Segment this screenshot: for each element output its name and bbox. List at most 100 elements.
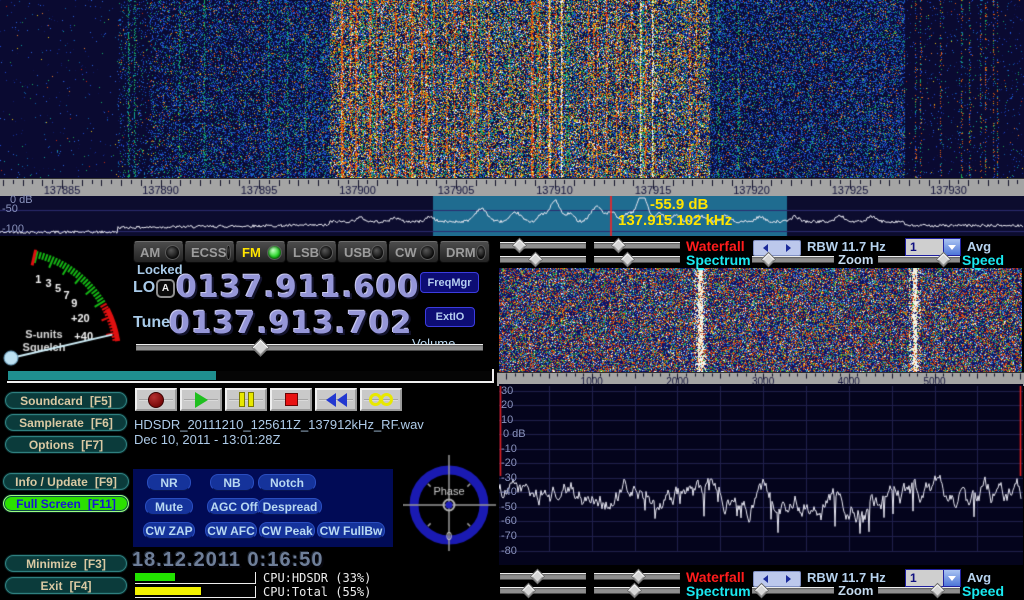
brightness-slider-top[interactable] [500,239,586,251]
dsp-button-cw-afc[interactable]: CW AFC [205,522,257,539]
contrast-slider-top-track [594,242,680,249]
dsp-button-mute[interactable]: Mute [145,498,193,515]
menu-button-exit[interactable]: Exit[F4] [5,577,127,594]
mode-button-am[interactable]: AM [133,241,184,263]
play-button[interactable] [180,388,222,411]
contrast2-slider-top[interactable] [594,253,680,265]
af-db-label-0: 0 dB [503,428,526,440]
af-db-label--30: -30 [501,472,517,484]
lo-auto-button[interactable]: A [156,279,175,298]
mode-button-fm[interactable]: FM [235,241,286,263]
speed-slider-bottom[interactable] [878,584,960,596]
mode-button-lsb[interactable]: LSB [286,241,337,263]
contrast-slider-top-thumb[interactable] [611,238,627,254]
zoom-slider-bottom[interactable] [752,584,834,596]
rf-frequency-ruler[interactable] [0,178,1024,197]
mode-button-usb[interactable]: USB [337,241,388,263]
dsp-button-agc-off[interactable]: AGC Off [207,498,261,515]
brightness-slider-top-thumb[interactable] [512,238,528,254]
speed-label-top: Speed [962,252,1004,268]
dsp-button-cw-zap[interactable]: CW ZAP [143,522,195,539]
loop-button[interactable] [360,388,402,411]
brightness2-slider-top-thumb[interactable] [528,252,544,268]
contrast-slider-top[interactable] [594,239,680,251]
rew-tri [337,393,347,407]
rf-ruler-ticks [0,179,1024,197]
cpu-hdsdr-label: CPU:HDSDR (33%) [263,571,371,585]
af-spectrum-display[interactable] [499,384,1023,565]
menu-button-full-screen[interactable]: Full Screen[F11] [3,495,129,512]
contrast2-slider-bottom[interactable] [594,584,680,596]
rewind-button[interactable] [315,388,357,411]
scroll-left-icon[interactable] [763,244,768,252]
zoom-label-bottom: Zoom [838,583,873,598]
menu-button-label: Info / Update [15,475,88,489]
dsp-button-cw-peak[interactable]: CW Peak [259,522,315,539]
volume-slider[interactable] [136,341,483,353]
zoom-slider-bottom-thumb[interactable] [754,583,770,599]
pause-button[interactable] [225,388,267,411]
dsp-button-cw-fullbw[interactable]: CW FullBw [317,522,385,539]
dsp-button-despread[interactable]: Despread [258,498,322,515]
mode-button-drm[interactable]: DRM [439,241,490,263]
play-icon [195,392,208,408]
menu-button-options[interactable]: Options[F7] [5,436,127,453]
menu-button-minimize[interactable]: Minimize[F3] [5,555,127,572]
contrast-slider-bottom[interactable] [594,570,680,582]
scroll-right-icon[interactable] [786,575,791,583]
spectrum-tab-bottom[interactable]: Spectrum [686,583,751,599]
scroll-left-icon[interactable] [763,575,768,583]
record-button[interactable] [135,388,177,411]
menu-button-key: [F7] [81,438,103,452]
menu-button-samplerate[interactable]: Samplerate[F6] [5,414,127,431]
lo-frequency-display[interactable]: 0137.911.600 [176,270,420,305]
menu-button-info-update[interactable]: Info / Update[F9] [3,473,129,490]
panel-divider [7,381,493,383]
dsp-button-nb[interactable]: NB [210,474,254,491]
mode-led-am [165,245,180,260]
brightness-slider-bottom[interactable] [500,570,586,582]
zoom-slider-top[interactable] [752,253,834,265]
brightness-slider-bottom-thumb[interactable] [530,569,546,585]
mode-button-ecss[interactable]: ECSS [184,241,235,263]
menu-button-label: Minimize [26,557,77,571]
contrast2-slider-bottom-thumb[interactable] [627,583,643,599]
rf-spectrum-display[interactable]: 0 dB -50 -100 -55.9 dB 137.915.102 kHz [0,196,1024,236]
mode-button-label: FM [242,245,261,260]
zoom-slider-top-thumb[interactable] [761,252,777,268]
speed-slider-top-thumb[interactable] [936,252,952,268]
freqmgr-button[interactable]: FreqMgr [420,272,479,293]
scroll-right-icon[interactable] [786,244,791,252]
extio-button[interactable]: ExtIO [425,307,475,327]
stop-button[interactable] [270,388,312,411]
contrast2-slider-top-thumb[interactable] [620,252,636,268]
af-waterfall-display[interactable] [499,268,1022,372]
tune-frequency-display[interactable]: 0137.913.702 [169,306,413,341]
dsp-button-nr[interactable]: NR [147,474,191,491]
cpu-total-bar [135,586,256,598]
af-db-label--60: -60 [501,515,517,527]
mode-led-drm [476,245,486,260]
brightness2-slider-bottom-thumb[interactable] [521,583,537,599]
spectrum-tab-top[interactable]: Spectrum [686,252,751,268]
mode-button-label: AM [140,245,160,260]
speed-slider-bottom-thumb[interactable] [930,583,946,599]
brightness2-slider-bottom[interactable] [500,584,586,596]
volume-thumb[interactable] [251,338,269,356]
menu-button-soundcard[interactable]: Soundcard[F5] [5,392,127,409]
mode-button-cw[interactable]: CW [388,241,439,263]
loop-icon [369,393,393,406]
squelch-level-bar[interactable] [8,371,492,380]
rf-waterfall-display[interactable] [0,0,1024,178]
af-db-label--50: -50 [501,501,517,513]
rf-spectrum-canvas[interactable] [0,196,1024,236]
contrast2-slider-top-track [594,256,680,263]
contrast-slider-bottom-thumb[interactable] [631,569,647,585]
brightness2-slider-top[interactable] [500,253,586,265]
dsp-button-notch[interactable]: Notch [258,474,316,491]
mode-led-usb [371,245,384,260]
af-db-label--80: -80 [501,545,517,557]
rew-tri [326,393,336,407]
cpu-hdsdr-bar [135,572,256,584]
speed-slider-top[interactable] [878,253,960,265]
